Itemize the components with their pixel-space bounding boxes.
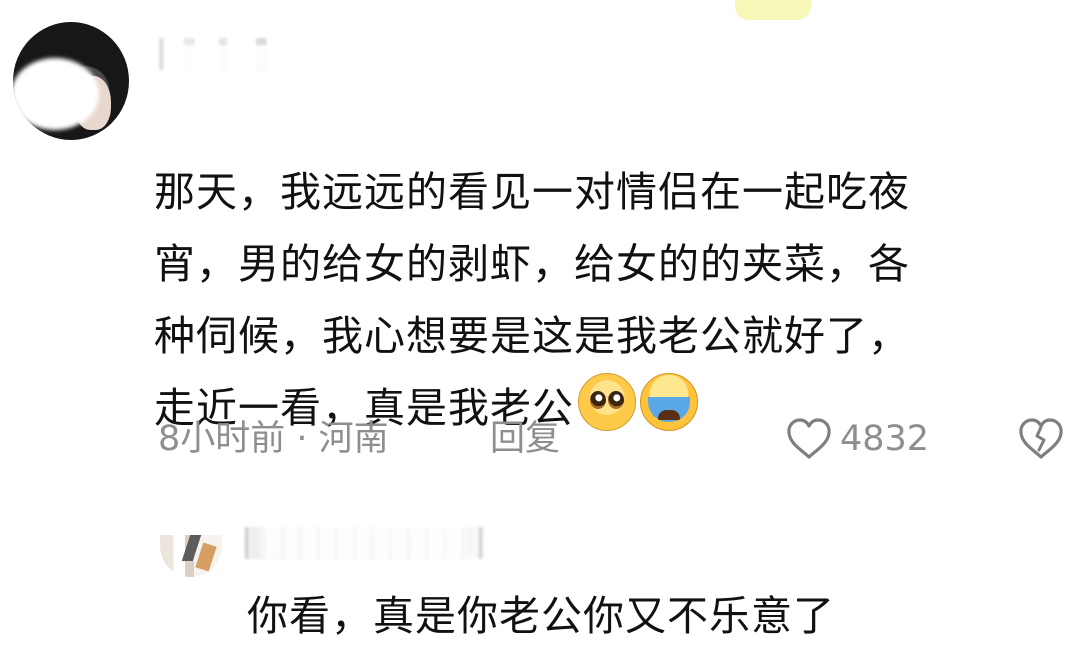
comment-thread: 那天，我远远的看见一对情侣在一起吃夜 宵，男的给女的剥虾，给女的的夹菜，各 种伺… [0, 0, 1080, 658]
avatar[interactable] [13, 22, 129, 140]
like-area: 4832 [784, 412, 929, 466]
username-redacted[interactable] [151, 30, 389, 76]
comment-meta-row: 8小时前 · 河南 回复 4832 [158, 412, 1063, 466]
broken-heart-outline-icon [1019, 418, 1063, 459]
reply-button[interactable]: 回复 [490, 412, 560, 466]
reply-avatar[interactable] [160, 535, 222, 577]
like-count: 4832 [840, 419, 930, 459]
comment-text: 那天，我远远的看见一对情侣在一起吃夜 宵，男的给女的剥虾，给女的的夹菜，各 种伺… [154, 168, 910, 432]
reply-username-redaction [261, 520, 466, 560]
highlight-marker [735, 0, 811, 20]
reply-username-redacted[interactable] [245, 520, 515, 562]
comment-time-location: 8小时前 · 河南 [158, 419, 389, 459]
comment-body: 那天，我远远的看见一对情侣在一起吃夜 宵，男的给女的剥虾，给女的的夹菜，各 种伺… [154, 84, 1054, 444]
reply-text: 你看，真是你老公你又不乐意了 [247, 592, 835, 640]
like-button[interactable] [784, 414, 834, 464]
avatar-redaction [13, 58, 99, 130]
username-redaction [169, 45, 389, 71]
heart-outline-icon [787, 418, 831, 459]
dislike-button[interactable] [1016, 414, 1066, 464]
